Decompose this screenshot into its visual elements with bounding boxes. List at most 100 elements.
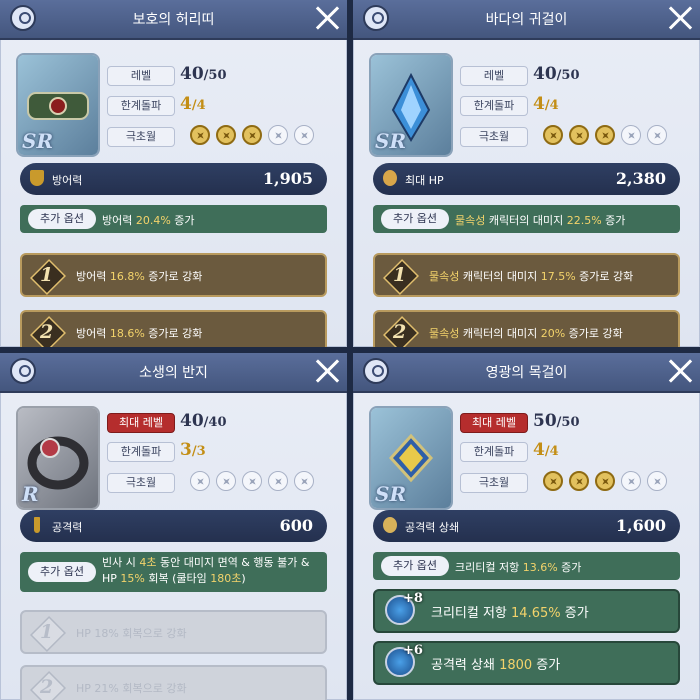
star-icon xyxy=(647,471,667,491)
level-label: 레벨 xyxy=(107,66,175,86)
star-icon xyxy=(268,471,288,491)
extra-option-tag: 추가 옵션 xyxy=(381,556,449,576)
panel-title: 보호의 허리띠 xyxy=(132,12,215,28)
equipment-panel-necklace: 영광의 목걸이 SR 최대 레벨 50/50 한계돌파 4/4 극초월 공격력 … xyxy=(353,353,700,700)
gem-level: +8 xyxy=(403,591,423,606)
star-icon xyxy=(190,125,210,145)
star-icon xyxy=(294,471,314,491)
item-image-ring: R xyxy=(18,408,98,508)
close-icon[interactable] xyxy=(668,6,692,30)
enhance-option-1-locked[interactable]: 1 HP 18% 회복으로 강화 xyxy=(20,610,327,654)
rank-badge: SR xyxy=(22,129,54,153)
shield-icon xyxy=(30,170,44,186)
star-icon xyxy=(190,471,210,491)
star-icon xyxy=(647,125,667,145)
level-value: 50/50 xyxy=(533,411,580,431)
extra-option-tag: 추가 옵션 xyxy=(28,209,96,229)
enhance-text: HP 21% 회복으로 강화 xyxy=(76,682,187,695)
rank-badge: SR xyxy=(375,129,407,153)
equipment-panel-earring: 바다의 귀걸이 SR 레벨 40/50 한계돌파 4/4 극초월 최대 HP 2… xyxy=(353,0,700,347)
stat-value: 1,905 xyxy=(262,169,313,188)
gem-text: 공격력 상쇄 1800 증가 xyxy=(431,658,561,673)
ultra-transcend-label: 극초월 xyxy=(107,473,175,493)
limit-break-value: 4/4 xyxy=(533,440,559,460)
panel-header: 소생의 반지 xyxy=(0,353,347,393)
tier-number: 2 xyxy=(40,676,54,698)
star-icon xyxy=(216,125,236,145)
limit-break-label: 한계돌파 xyxy=(460,442,528,462)
stat-value: 2,380 xyxy=(615,169,666,188)
star-icon xyxy=(294,125,314,145)
gem-option-1[interactable]: +8 크리티컬 저항 14.65% 증가 xyxy=(373,589,680,633)
star-icon xyxy=(569,471,589,491)
main-stat: 공격력 상쇄 1,600 xyxy=(373,510,680,542)
extra-option-text: 크리티컬 저항 13.6% 증가 xyxy=(455,561,582,574)
stat-name: 공격력 xyxy=(52,521,83,534)
max-level-label: 최대 레벨 xyxy=(107,413,175,433)
panel-header: 보호의 허리띠 xyxy=(0,0,347,40)
tier-number: 1 xyxy=(393,264,407,286)
enhance-text: HP 18% 회복으로 강화 xyxy=(76,627,187,640)
stat-value: 1,600 xyxy=(615,516,666,535)
enhance-option-2[interactable]: 2 방어력 18.6% 증가로 강화 xyxy=(20,310,327,347)
ultra-stars xyxy=(543,125,667,145)
limit-break-label: 한계돌파 xyxy=(107,96,175,116)
rank-badge: R xyxy=(22,482,39,506)
ultra-stars xyxy=(190,471,314,491)
close-icon[interactable] xyxy=(315,6,339,30)
star-icon xyxy=(543,471,563,491)
ultra-transcend-label: 극초월 xyxy=(107,127,175,147)
enhance-text: 물속성 캐릭터의 대미지 20% 증가로 강화 xyxy=(429,327,623,340)
limit-break-value: 4/4 xyxy=(533,94,559,114)
enhance-option-1[interactable]: 1 방어력 16.8% 증가로 강화 xyxy=(20,253,327,297)
extra-option-text: 방어력 20.4% 증가 xyxy=(102,214,195,227)
equipment-panel-ring: 소생의 반지 R 최대 레벨 40/40 한계돌파 3/3 극초월 공격력 60… xyxy=(0,353,347,700)
panel-header: 바다의 귀걸이 xyxy=(353,0,700,40)
stat-name: 공격력 상쇄 xyxy=(405,521,460,534)
star-icon xyxy=(595,471,615,491)
star-icon xyxy=(543,125,563,145)
gem-text: 크리티컬 저항 14.65% 증가 xyxy=(431,606,589,621)
extra-option-tag: 추가 옵션 xyxy=(28,562,96,582)
limit-break-value: 3/3 xyxy=(180,440,206,460)
tier-number: 1 xyxy=(40,621,54,643)
close-icon[interactable] xyxy=(668,359,692,383)
item-image-necklace: SR xyxy=(371,408,451,508)
star-icon xyxy=(242,125,262,145)
tier-number: 2 xyxy=(40,321,54,343)
stat-name: 방어력 xyxy=(52,174,83,187)
sword-icon xyxy=(34,517,40,533)
star-icon xyxy=(268,125,288,145)
limit-break-value: 4/4 xyxy=(180,94,206,114)
limit-break-label: 한계돌파 xyxy=(460,96,528,116)
level-value: 40/50 xyxy=(180,64,227,84)
ultra-transcend-label: 극초월 xyxy=(460,473,528,493)
extra-option-tag: 추가 옵션 xyxy=(381,209,449,229)
star-icon xyxy=(595,125,615,145)
enhance-text: 물속성 캐릭터의 대미지 17.5% 증가로 강화 xyxy=(429,270,634,283)
star-icon xyxy=(621,125,641,145)
enhance-option-1[interactable]: 1 물속성 캐릭터의 대미지 17.5% 증가로 강화 xyxy=(373,253,680,297)
extra-option: 추가 옵션 방어력 20.4% 증가 xyxy=(20,205,327,233)
gem-level: +6 xyxy=(403,643,423,658)
heart-icon xyxy=(383,170,397,186)
item-image-belt: SR xyxy=(18,55,98,155)
star-icon xyxy=(216,471,236,491)
extra-option: 추가 옵션 크리티컬 저항 13.6% 증가 xyxy=(373,552,680,580)
enhance-text: 방어력 16.8% 증가로 강화 xyxy=(76,270,203,283)
extra-option: 추가 옵션 물속성 캐릭터의 대미지 22.5% 증가 xyxy=(373,205,680,233)
main-stat: 공격력 600 xyxy=(20,510,327,542)
panel-title: 영광의 목걸이 xyxy=(485,365,568,381)
ultra-transcend-label: 극초월 xyxy=(460,127,528,147)
limit-break-label: 한계돌파 xyxy=(107,442,175,462)
extra-option: 추가 옵션 빈사 시 4초 동안 대미지 면역 & 행동 불가 & HP 15% … xyxy=(20,552,327,592)
enhance-option-2[interactable]: 2 물속성 캐릭터의 대미지 20% 증가로 강화 xyxy=(373,310,680,347)
close-icon[interactable] xyxy=(315,359,339,383)
equipment-grid: 보호의 허리띠 SR 레벨 40/50 한계돌파 4/4 극초월 방어력 1,9… xyxy=(0,0,700,700)
level-label: 레벨 xyxy=(460,66,528,86)
enhance-option-2-locked[interactable]: 2 HP 21% 회복으로 강화 xyxy=(20,665,327,700)
star-icon xyxy=(569,125,589,145)
gem-option-2[interactable]: +6 공격력 상쇄 1800 증가 xyxy=(373,641,680,685)
ultra-stars xyxy=(190,125,314,145)
tier-number: 1 xyxy=(40,264,54,286)
